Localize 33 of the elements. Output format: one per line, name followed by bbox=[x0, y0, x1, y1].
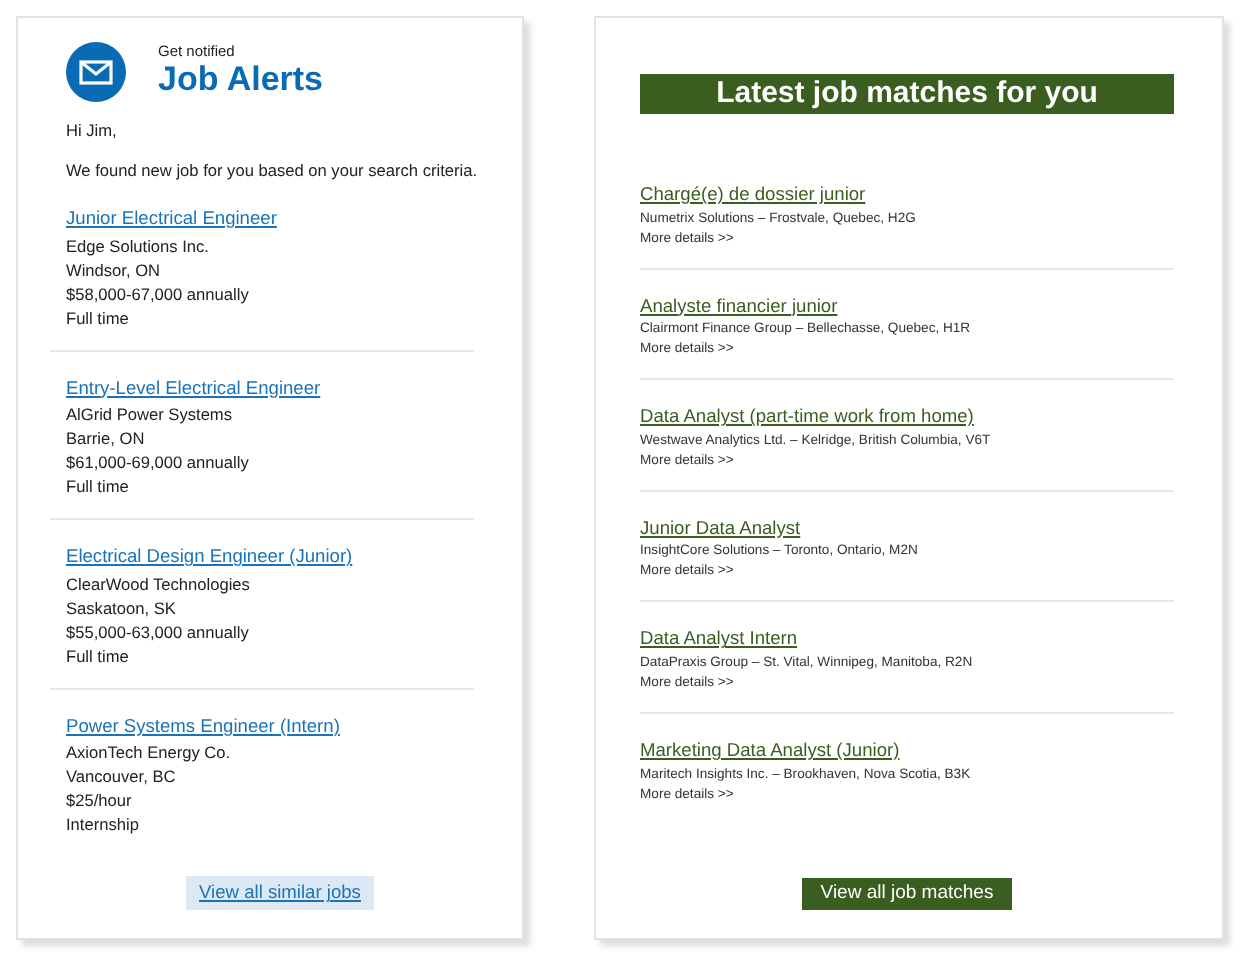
job-detail-text: Full time bbox=[66, 305, 131, 330]
job-detail-text: $61,000-69,000 annually bbox=[66, 450, 251, 475]
job-detail-text: $58,000-67,000 annually bbox=[66, 281, 251, 306]
view-all-button[interactable]: View all job matches bbox=[802, 877, 1012, 910]
job-detail-text: $25/hour bbox=[66, 788, 134, 813]
job-detail-text: Full time bbox=[66, 643, 131, 668]
job-title-link[interactable]: Electrical Design Engineer (Junior) bbox=[66, 544, 353, 571]
job-detail-text: AlGrid Power Systems bbox=[66, 402, 234, 427]
greeting-text: Hi Jim, bbox=[66, 118, 119, 142]
job-detail-text: ClearWood Technologies bbox=[66, 571, 252, 596]
section-heading: Latest job matches for you bbox=[640, 74, 1174, 114]
envelope-icon bbox=[66, 42, 126, 102]
job-detail-text: Saskatoon, SK bbox=[66, 595, 178, 620]
job-detail-text: $55,000-63,000 annually bbox=[66, 619, 251, 644]
job-detail-text: Edge Solutions Inc. bbox=[66, 233, 211, 258]
intro-text: We found new job for you based on your search criteria. bbox=[66, 158, 480, 182]
job-title-link[interactable]: Data Analyst (part-time work from home) bbox=[640, 404, 974, 431]
job-title-link[interactable]: Chargé(e) de dossier junior bbox=[640, 182, 866, 208]
job-title-link[interactable]: Power Systems Engineer (Intern) bbox=[66, 713, 340, 740]
view-all-button[interactable]: View all similar jobs bbox=[185, 876, 375, 910]
job-detail-text: AxionTech Energy Co. bbox=[66, 740, 233, 765]
job-detail-text: Windsor, ON bbox=[66, 257, 163, 282]
job-title-link[interactable]: Junior Data Analyst bbox=[640, 515, 801, 542]
job-title-link[interactable]: Data Analyst Intern bbox=[640, 626, 798, 653]
job-detail-text: Vancouver, BC bbox=[66, 764, 178, 789]
job-title-link[interactable]: Marketing Data Analyst (Junior) bbox=[640, 737, 900, 764]
job-title-link[interactable]: Entry-Level Electrical Engineer bbox=[66, 375, 321, 402]
job-title-link[interactable]: Analyste financier junior bbox=[640, 293, 838, 320]
job-detail-text: Full time bbox=[66, 474, 131, 499]
alerts-title: Job Alerts bbox=[158, 60, 324, 101]
job-title-link[interactable]: Junior Electrical Engineer bbox=[66, 206, 277, 232]
job-detail-text: Barrie, ON bbox=[66, 426, 147, 451]
job-detail-text: Internship bbox=[66, 812, 141, 837]
